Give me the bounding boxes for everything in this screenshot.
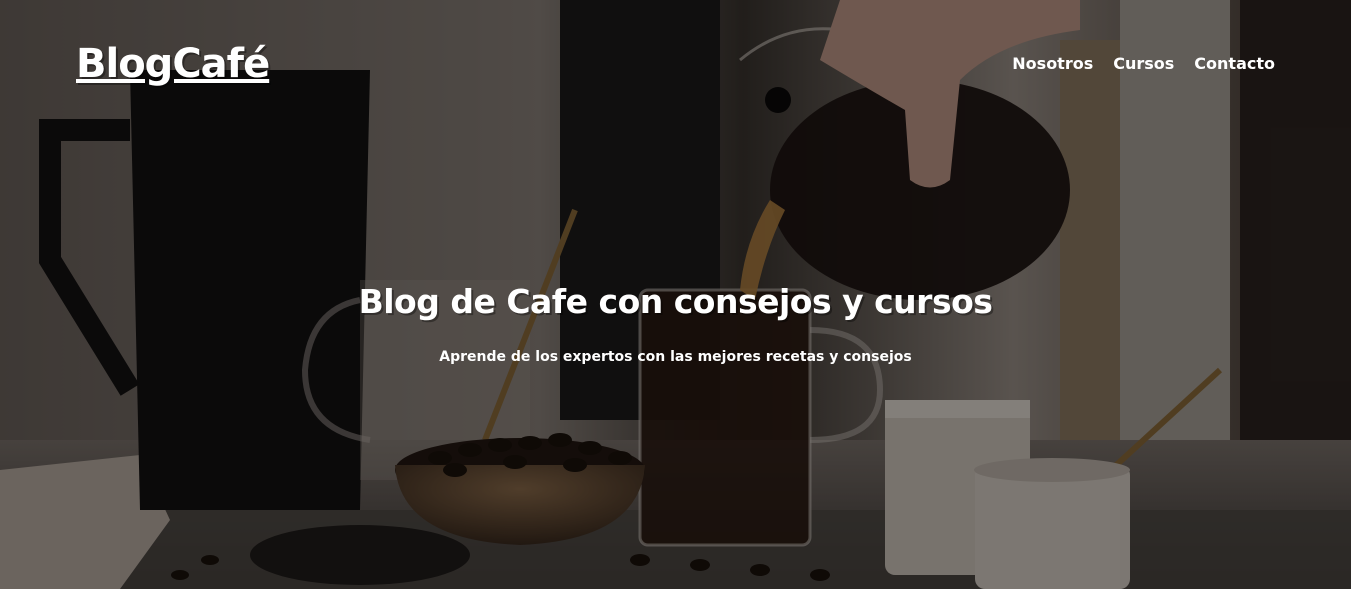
site-logo[interactable]: BlogCafé <box>76 40 270 88</box>
hero-section: BlogCafé Nosotros Cursos Contacto Blog d… <box>0 0 1351 589</box>
site-header: BlogCafé Nosotros Cursos Contacto <box>0 0 1351 130</box>
hero-content: Blog de Cafe con consejos y cursos Apren… <box>0 280 1351 367</box>
hero-subtitle: Aprende de los expertos con las mejores … <box>439 349 912 365</box>
nav-link-contacto[interactable]: Contacto <box>1194 52 1275 76</box>
hero-title: Blog de Cafe con consejos y cursos <box>358 282 993 321</box>
nav-link-nosotros[interactable]: Nosotros <box>1012 52 1093 76</box>
nav-link-cursos[interactable]: Cursos <box>1113 52 1174 76</box>
main-nav: Nosotros Cursos Contacto <box>1012 52 1275 76</box>
